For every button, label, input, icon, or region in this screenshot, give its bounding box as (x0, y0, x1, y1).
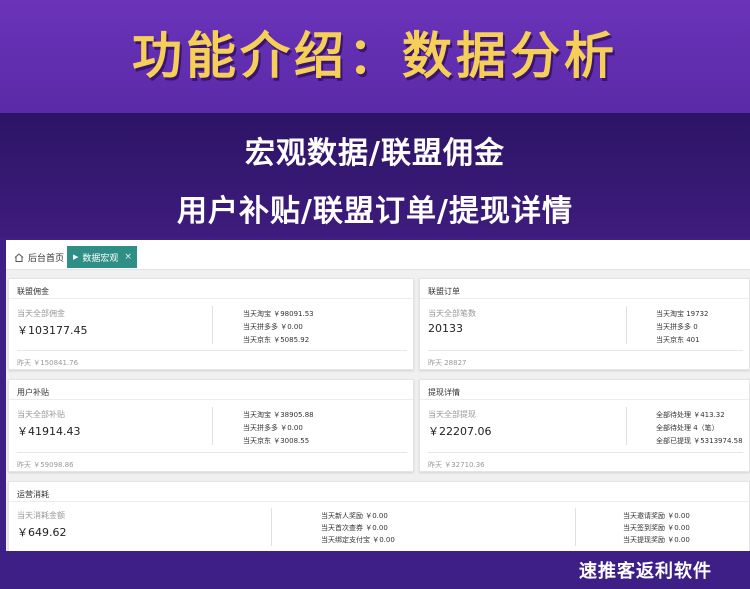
today-label: 当天全部笔数 (428, 309, 476, 318)
stat-line: 当天淘宝 19732 (656, 310, 709, 318)
today-label: 当天全部提现 (428, 410, 476, 419)
today-value: ￥649.62 (17, 526, 67, 539)
tab-data-overview-label: 数据宏观 (82, 253, 119, 264)
card-withdraw: 提现详情 当天全部提现 ￥22207.06 全部待处理 ￥413.32 全部待处… (419, 379, 750, 472)
stat-line: 当天拼多多 0 (656, 323, 698, 331)
today-value: ￥22207.06 (428, 425, 492, 438)
divider (626, 407, 627, 445)
card-title: 提现详情 (420, 380, 749, 400)
tab-data-overview[interactable]: ▶ 数据宏观 × (67, 246, 137, 268)
stat-line: 当天淘宝 ￥38905.88 (243, 411, 314, 419)
card-title: 运营消耗 (9, 482, 749, 502)
stat-line: 当天拼多多 ￥0.00 (243, 323, 303, 331)
play-icon: ▶ (73, 253, 79, 261)
divider (428, 350, 743, 351)
card-commission: 联盟佣金 当天全部佣金 ￥103177.45 当天淘宝 ￥98091.53 当天… (8, 278, 414, 370)
divider (575, 508, 576, 546)
close-icon[interactable]: × (124, 252, 132, 262)
divider (17, 350, 407, 351)
yesterday-value: 昨天 ￥150841.76 (17, 359, 79, 367)
stat-line: 当天签到奖励 ￥0.00 (623, 524, 690, 532)
tab-home-label: 后台首页 (28, 253, 65, 264)
tab-bar: 后台首页 ▶ 数据宏观 × (6, 240, 750, 270)
divider (212, 306, 213, 344)
subtitle-line-2: 用户补贴/联盟订单/提现详情 (177, 194, 573, 229)
card-operations: 运营消耗 当天消耗金额 ￥649.62 当天新人奖励 ￥0.00 当天首次查券 … (8, 481, 750, 551)
card-title: 联盟佣金 (9, 279, 413, 299)
card-title: 用户补贴 (9, 380, 413, 400)
stat-line: 全部已提现 ￥5313974.58 (656, 437, 743, 445)
today-value: ￥103177.45 (17, 324, 88, 337)
subtitle-line-1: 宏观数据/联盟佣金 (245, 136, 505, 171)
stat-line: 当天京东 401 (656, 336, 700, 344)
stat-line: 当天绑定支付宝 ￥0.00 (321, 536, 395, 544)
card-title: 联盟订单 (420, 279, 749, 299)
today-value: ￥41914.43 (17, 425, 81, 438)
divider (626, 306, 627, 344)
stat-line: 全部待处理 ￥413.32 (656, 411, 725, 419)
stat-line: 当天淘宝 ￥98091.53 (243, 310, 314, 318)
stat-line: 全部待处理 4（笔） (656, 424, 719, 432)
brand-caption: 速推客返利软件 (579, 561, 712, 582)
admin-app-window: 后台首页 ▶ 数据宏观 × 联盟佣金 当天全部佣金 ￥103177.45 当天淘… (6, 240, 750, 551)
yesterday-value: 昨天 ￥32710.36 (428, 461, 485, 469)
divider (17, 452, 407, 453)
stat-line: 当天拼多多 ￥0.00 (243, 424, 303, 432)
stat-line: 当天提现奖励 ￥0.00 (623, 536, 690, 544)
home-icon (14, 252, 24, 262)
top-banner: 功能介绍：数据分析 (0, 0, 750, 113)
yesterday-value: 昨天 ￥59098.86 (17, 461, 74, 469)
stat-line: 当天新人奖励 ￥0.00 (321, 512, 388, 520)
banner-title: 功能介绍：数据分析 (132, 27, 618, 85)
divider (271, 508, 272, 546)
tab-home[interactable]: 后台首页 (6, 246, 74, 268)
stat-line: 当天京东 ￥5085.92 (243, 336, 310, 344)
card-subsidy: 用户补贴 当天全部补贴 ￥41914.43 当天淘宝 ￥38905.88 当天拼… (8, 379, 414, 472)
today-value: 20133 (428, 322, 463, 335)
divider (428, 452, 743, 453)
today-label: 当天消耗金额 (17, 511, 65, 520)
yesterday-value: 昨天 28827 (428, 359, 467, 367)
stat-line: 当天京东 ￥3008.55 (243, 437, 310, 445)
stat-line: 当天首次查券 ￥0.00 (321, 524, 388, 532)
today-label: 当天全部佣金 (17, 309, 65, 318)
divider (212, 407, 213, 445)
card-orders: 联盟订单 当天全部笔数 20133 当天淘宝 19732 当天拼多多 0 当天京… (419, 278, 750, 370)
stat-line: 当天邀请奖励 ￥0.00 (623, 512, 690, 520)
today-label: 当天全部补贴 (17, 410, 65, 419)
